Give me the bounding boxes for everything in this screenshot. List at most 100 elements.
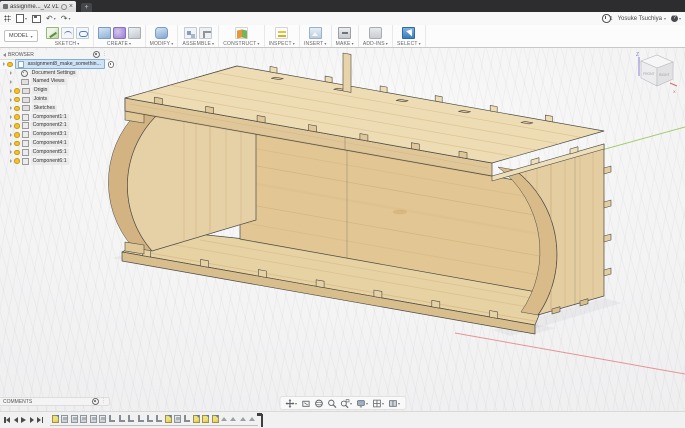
orbit-button[interactable] bbox=[314, 399, 323, 408]
timeline-feature-joint-12[interactable] bbox=[155, 415, 162, 423]
right-face-label[interactable]: RIGHT bbox=[659, 73, 670, 77]
toolbar-group-construct[interactable]: CONSTRUCT▾ bbox=[219, 25, 264, 47]
play-button[interactable] bbox=[21, 417, 26, 423]
expand-icon[interactable] bbox=[10, 159, 12, 163]
expand-icon[interactable] bbox=[10, 80, 12, 84]
toolbar-group-label-add-ins[interactable]: ADD-INS▾ bbox=[363, 41, 388, 47]
create-sketch-icon[interactable] bbox=[46, 27, 59, 39]
browser-item-component3-1[interactable]: Component3:1 bbox=[0, 130, 110, 139]
comments-gear-icon[interactable] bbox=[92, 398, 99, 405]
visibility-bulb-icon[interactable] bbox=[14, 88, 20, 94]
visibility-bulb-icon[interactable] bbox=[14, 132, 20, 138]
expand-icon[interactable] bbox=[10, 106, 12, 110]
visibility-bulb-icon[interactable] bbox=[14, 123, 20, 129]
expand-icon[interactable] bbox=[10, 71, 12, 75]
timeline-feature-joint-8[interactable] bbox=[118, 415, 125, 423]
browser-item-document-settings[interactable]: Document Settings bbox=[0, 69, 110, 78]
toolbar-group-label-insert[interactable]: INSERT▾ bbox=[304, 41, 327, 47]
timeline-feature-component-4[interactable] bbox=[80, 415, 87, 423]
toolbar-group-make[interactable]: MAKE▾ bbox=[332, 25, 359, 47]
timeline-feature-align-19[interactable] bbox=[221, 415, 228, 423]
grid-snaps-button[interactable]: ▾ bbox=[372, 399, 384, 408]
toolbar-group-assemble[interactable]: ASSEMBLE▾ bbox=[178, 25, 219, 47]
browser-item-joints[interactable]: Joints bbox=[0, 95, 110, 104]
toolbar-group-add-ins[interactable]: ADD-INS▾ bbox=[359, 25, 393, 47]
form-icon[interactable] bbox=[113, 27, 126, 39]
browser-item-component2-1[interactable]: Component2:1 bbox=[0, 122, 110, 131]
redo-button[interactable]: ↷▾ bbox=[61, 15, 71, 23]
visibility-bulb-icon[interactable] bbox=[14, 106, 20, 112]
browser-gear-icon[interactable] bbox=[93, 51, 100, 58]
timeline-feature-component-3[interactable] bbox=[71, 415, 78, 423]
activate-component-radio[interactable] bbox=[108, 61, 115, 68]
expand-icon[interactable] bbox=[10, 98, 12, 102]
visibility-bulb-icon[interactable] bbox=[14, 114, 20, 120]
joint-icon[interactable] bbox=[184, 27, 197, 39]
timeline-feature-joint-15[interactable] bbox=[183, 415, 190, 423]
3d-print-icon[interactable] bbox=[338, 27, 351, 39]
undo-button[interactable]: ↶▾ bbox=[46, 15, 56, 23]
slot-icon[interactable] bbox=[76, 27, 89, 39]
timeline-feature-component-14[interactable] bbox=[174, 415, 181, 423]
toolbar-group-sketch[interactable]: SKETCH▾ bbox=[42, 25, 94, 47]
comments-drag-handle[interactable]: ⋮ bbox=[101, 399, 106, 404]
browser-item-component4-1[interactable]: Component4:1 bbox=[0, 139, 110, 148]
scripts-addins-icon[interactable] bbox=[369, 27, 382, 39]
visibility-bulb-icon[interactable] bbox=[14, 158, 20, 164]
expand-icon[interactable] bbox=[10, 115, 12, 119]
timeline-feature-joint-10[interactable] bbox=[137, 415, 144, 423]
toolbar-group-label-select[interactable]: SELECT▾ bbox=[397, 41, 421, 47]
collapse-panel-icon[interactable] bbox=[3, 53, 6, 57]
toolbar-group-select[interactable]: SELECT▾ bbox=[393, 25, 426, 47]
timeline-playhead[interactable] bbox=[261, 414, 263, 427]
fit-button[interactable] bbox=[301, 399, 310, 408]
timeline-feature-joint-9[interactable] bbox=[127, 415, 134, 423]
file-menu-button[interactable]: ▾ bbox=[16, 14, 27, 23]
timeline-feature-align-21[interactable] bbox=[240, 415, 247, 423]
save-button[interactable] bbox=[32, 15, 41, 23]
timeline-feature-sketch-13[interactable] bbox=[165, 415, 172, 423]
toolbar-group-modify[interactable]: MODIFY▾ bbox=[146, 25, 179, 47]
user-menu[interactable]: Yosuke Tsuchiya▾ bbox=[618, 16, 666, 22]
front-face-label[interactable]: FRONT bbox=[643, 72, 655, 76]
app-grid-icon[interactable] bbox=[4, 15, 11, 22]
timeline-feature-joint-7[interactable] bbox=[108, 415, 115, 423]
viewports-button[interactable]: ▾ bbox=[388, 399, 400, 408]
timeline-feature-component-2[interactable] bbox=[61, 415, 68, 423]
visibility-bulb-icon[interactable] bbox=[14, 97, 20, 103]
expand-icon[interactable] bbox=[10, 89, 12, 93]
browser-item-component1-1[interactable]: Component1:1 bbox=[0, 113, 110, 122]
active-document-selection[interactable]: assignment8_make_somethin... bbox=[15, 59, 105, 69]
toolbar-group-label-create[interactable]: CREATE▾ bbox=[107, 41, 131, 47]
visibility-bulb-icon[interactable] bbox=[14, 141, 20, 147]
construction-plane-icon[interactable] bbox=[235, 27, 248, 39]
timeline-feature-sketch-16[interactable] bbox=[193, 415, 200, 423]
go-to-end-button[interactable] bbox=[37, 417, 43, 423]
toolbar-group-label-inspect[interactable]: INSPECT▾ bbox=[269, 41, 295, 47]
expand-icon[interactable] bbox=[10, 133, 12, 137]
browser-item-component6-1[interactable]: Component6:1 bbox=[0, 157, 110, 166]
press-pull-icon[interactable] bbox=[155, 27, 168, 39]
timeline-feature-align-22[interactable] bbox=[249, 415, 256, 423]
view-cube[interactable]: Z FRONT RIGHT X bbox=[632, 50, 680, 102]
close-tab-icon[interactable]: × bbox=[69, 3, 73, 10]
toolbar-group-label-make[interactable]: MAKE▾ bbox=[336, 41, 354, 47]
document-tab[interactable]: assignme..._v2 v12* × bbox=[0, 1, 76, 12]
browser-item-component5-1[interactable]: Component5:1 bbox=[0, 148, 110, 157]
timeline-feature-align-20[interactable] bbox=[230, 415, 237, 423]
arc-icon[interactable] bbox=[61, 27, 74, 39]
timeline-feature-component-6[interactable] bbox=[99, 415, 106, 423]
step-back-button[interactable] bbox=[14, 417, 18, 423]
select-cursor-icon[interactable] bbox=[402, 27, 415, 39]
toolbar-group-inspect[interactable]: INSPECT▾ bbox=[265, 25, 300, 47]
toolbar-group-label-construct[interactable]: CONSTRUCT▾ bbox=[223, 41, 259, 47]
comments-panel[interactable]: COMMENTS ⋮ bbox=[0, 397, 110, 406]
timeline-feature-component-5[interactable] bbox=[90, 415, 97, 423]
timeline-feature-joint-11[interactable] bbox=[146, 415, 153, 423]
timeline-feature-sketch-1[interactable] bbox=[52, 415, 59, 423]
job-status-button[interactable]: 1 bbox=[602, 14, 613, 23]
browser-item-named-views[interactable]: Named Views bbox=[0, 78, 110, 87]
rigid-group-icon[interactable] bbox=[199, 27, 212, 39]
primitive-box-icon[interactable] bbox=[128, 27, 141, 39]
toolbar-group-label-assemble[interactable]: ASSEMBLE▾ bbox=[182, 41, 214, 47]
